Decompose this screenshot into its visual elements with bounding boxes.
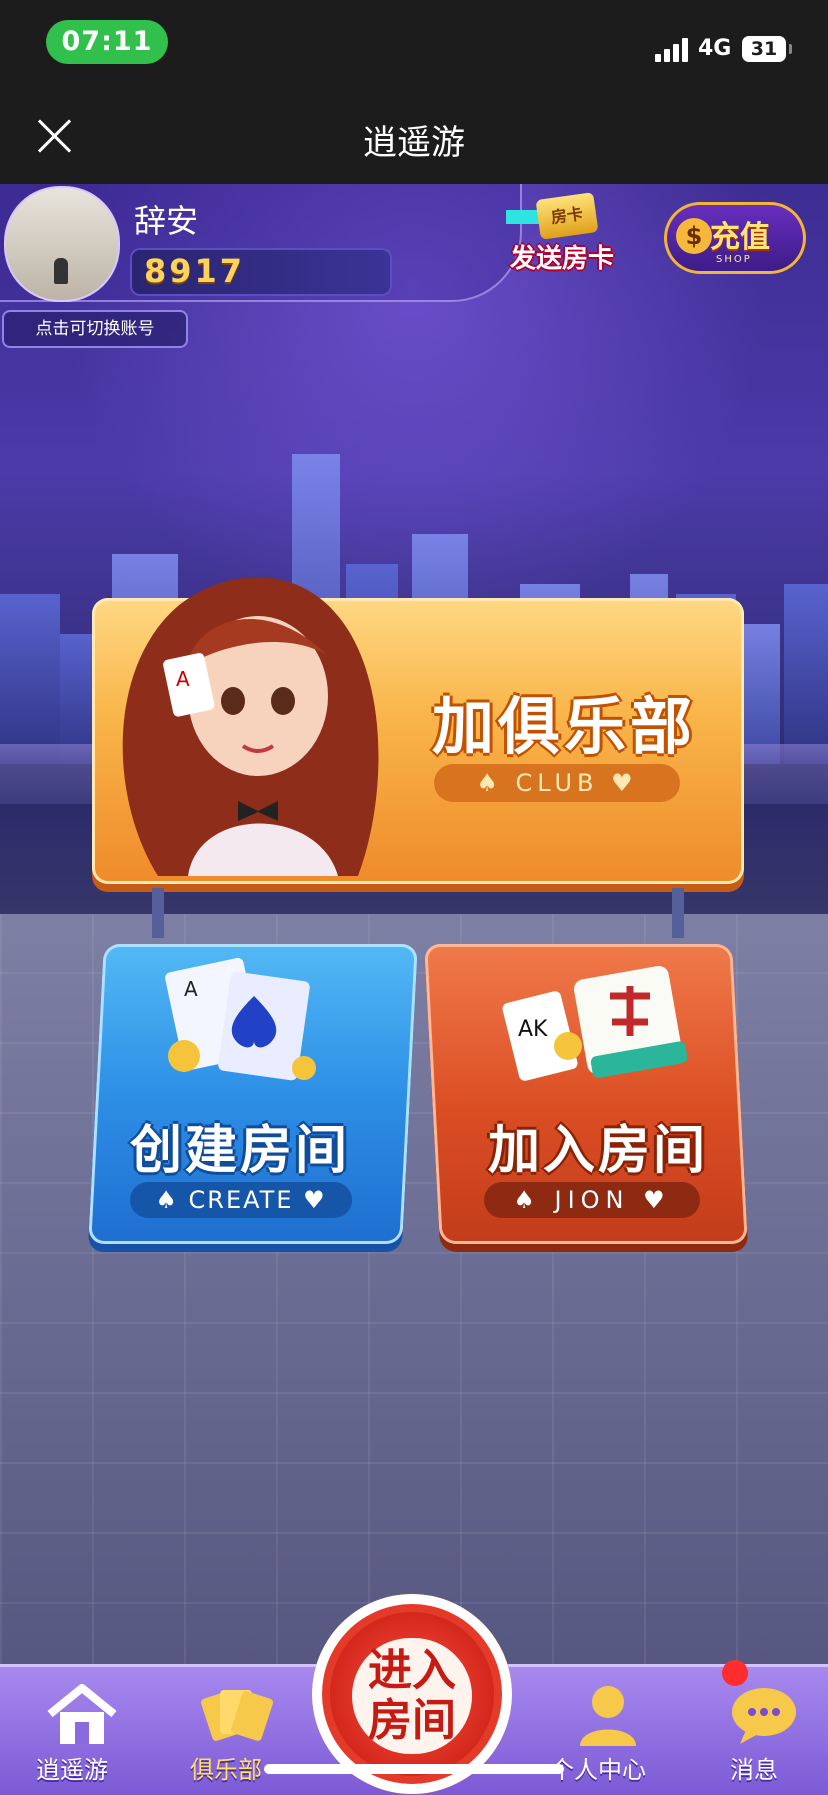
recharge-button[interactable]: $ 充值 SHOP [664,202,806,274]
send-room-card-label: 发送房卡 [509,244,614,274]
notification-badge [722,1660,748,1686]
signal-icon [655,38,689,62]
status-time: 07:11 [46,20,168,64]
recharge-label: 充值 [710,220,770,255]
join-room-title: 加入房间 [488,1121,709,1181]
send-room-card-button[interactable]: 房卡 发送房卡 [490,192,634,278]
person-icon [580,1686,636,1746]
playing-cards-icon: A [165,957,316,1081]
svg-text:A: A [184,977,198,1001]
switch-account-button[interactable]: 点击可切换账号 [2,310,188,348]
tab-messages-label: 消息 [730,1756,778,1784]
tab-home[interactable]: 逍遥游 [12,1680,132,1784]
svg-text:A: A [176,667,190,691]
svg-text:AK: AK [518,1017,548,1042]
tab-club[interactable]: 俱乐部 [166,1680,286,1784]
mahjong-tile-icon: AK [502,966,688,1081]
tab-profile[interactable]: 个人中心 [538,1680,658,1784]
club-title: 加俱乐部 [432,690,697,763]
tab-messages[interactable]: 消息 [694,1680,814,1784]
join-room-subtitle: ♠ JION ♥ [484,1182,700,1218]
hostess-illustration: A [122,577,379,876]
home-indicator [264,1764,564,1774]
home-icon [47,1684,117,1744]
club-subtitle: ♠ CLUB ♥ [434,764,680,802]
battery-icon: 31 [742,36,792,62]
create-room-subtitle: ♠ CREATE ♥ [130,1182,352,1218]
dollar-icon: $ [676,218,712,254]
create-room-title: 创建房间 [130,1121,351,1181]
page-title: 逍遥游 [363,123,465,163]
network-type: 4G [698,36,732,61]
room-card-icon: 房卡 [535,192,599,240]
coin-balance: 8917 [144,252,246,290]
tab-home-label: 逍遥游 [36,1756,108,1784]
avatar[interactable] [4,186,120,302]
enter-room-label: 进入房间 [352,1638,472,1754]
cards-icon [201,1690,273,1741]
chat-icon [732,1688,796,1744]
username: 辞安 [134,202,199,240]
shop-label: SHOP [716,254,752,265]
